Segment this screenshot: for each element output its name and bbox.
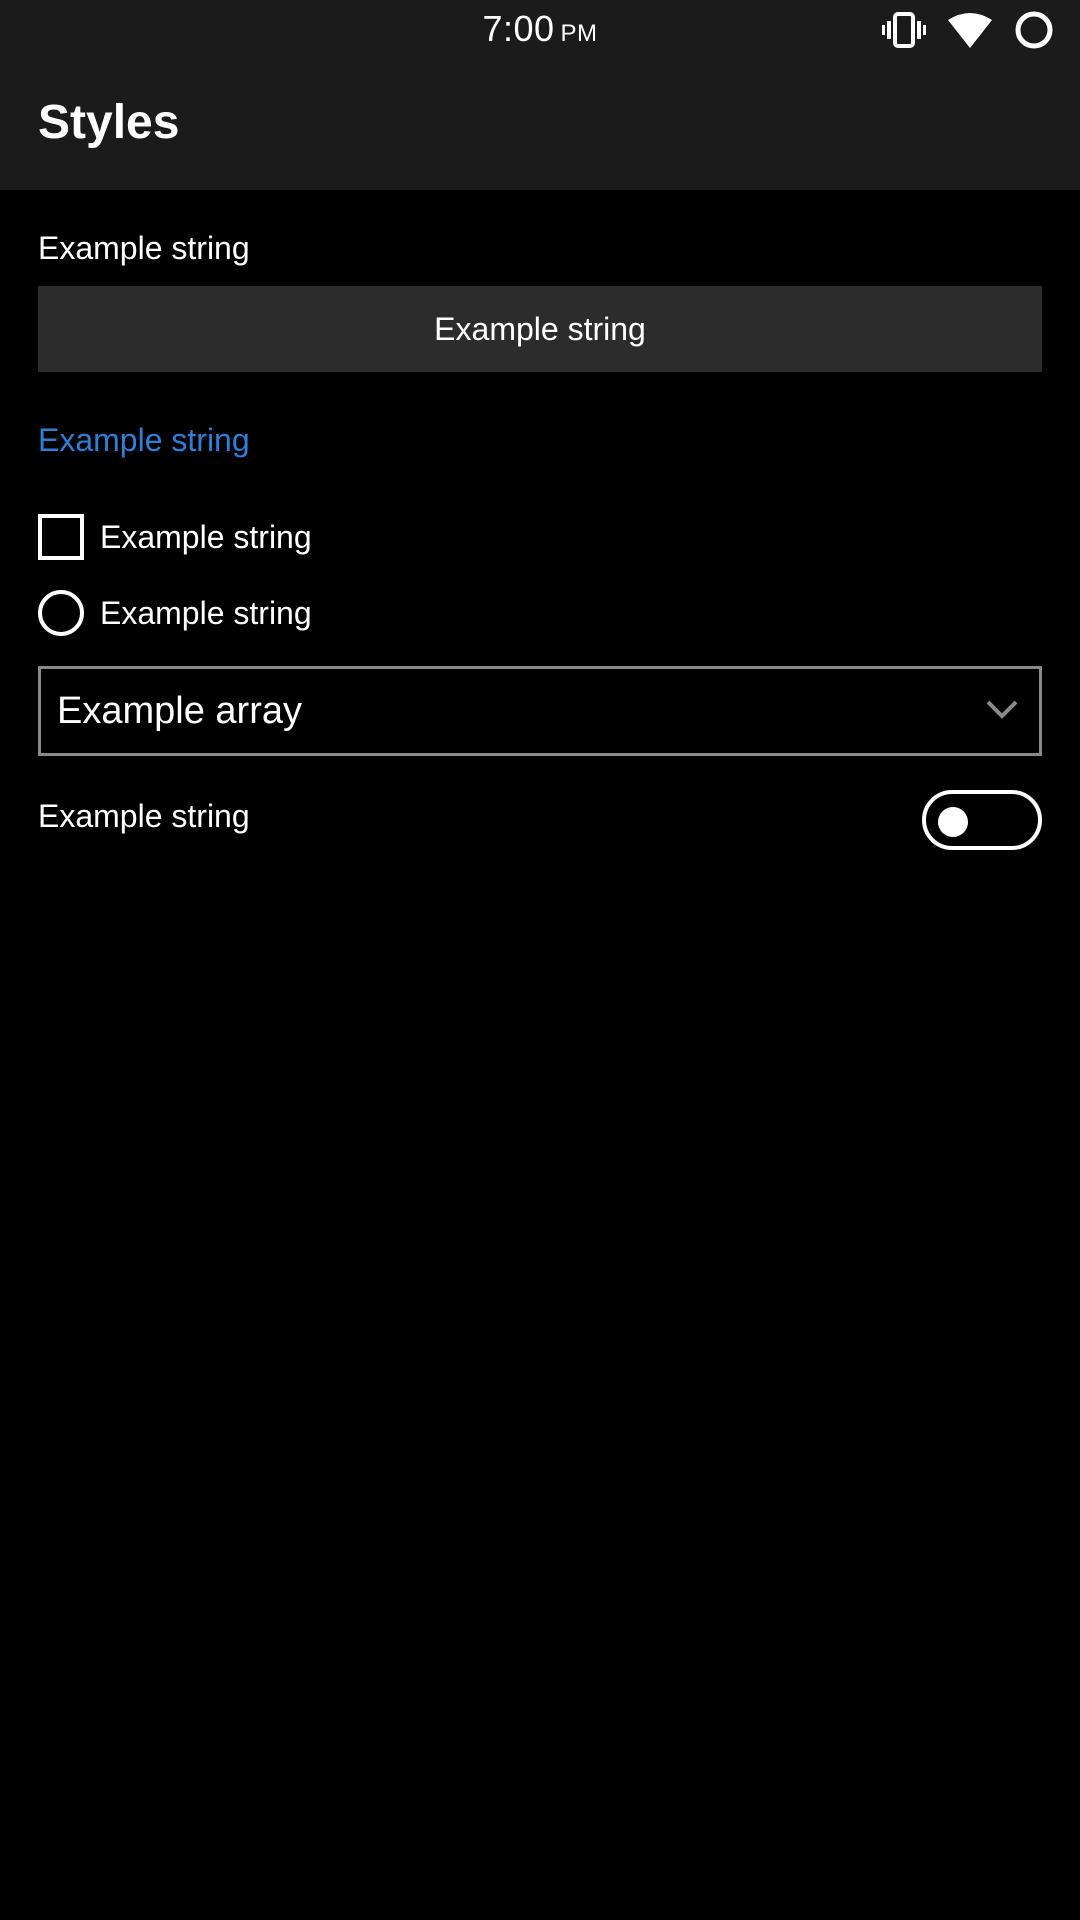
status-bar: 7:00 PM bbox=[0, 0, 1080, 60]
switch-label: Example string bbox=[38, 798, 250, 834]
example-label: Example string bbox=[38, 230, 250, 266]
example-button-label: Example string bbox=[434, 310, 646, 347]
status-icons bbox=[882, 10, 1054, 50]
radio-label: Example string bbox=[100, 594, 312, 631]
status-ampm: PM bbox=[560, 20, 598, 47]
example-button[interactable]: Example string bbox=[38, 286, 1042, 372]
app-bar: Styles bbox=[0, 60, 1080, 190]
battery-circle-icon bbox=[1014, 10, 1054, 50]
checkbox[interactable] bbox=[38, 514, 84, 560]
chevron-down-icon bbox=[985, 697, 1019, 726]
example-switch[interactable] bbox=[922, 790, 1042, 850]
switch-knob bbox=[938, 807, 968, 837]
radio-button[interactable] bbox=[38, 590, 84, 636]
example-link[interactable]: Example string bbox=[38, 422, 250, 459]
wifi-icon bbox=[948, 12, 992, 48]
example-select[interactable]: Example array bbox=[38, 666, 1042, 756]
vibrate-icon bbox=[882, 12, 926, 48]
example-checkbox-row[interactable]: Example string bbox=[38, 514, 312, 560]
checkbox-label: Example string bbox=[100, 518, 312, 555]
select-value: Example array bbox=[57, 689, 302, 732]
status-time: 7:00 bbox=[482, 8, 555, 49]
page-title: Styles bbox=[38, 96, 180, 149]
example-radio-row[interactable]: Example string bbox=[38, 590, 312, 636]
